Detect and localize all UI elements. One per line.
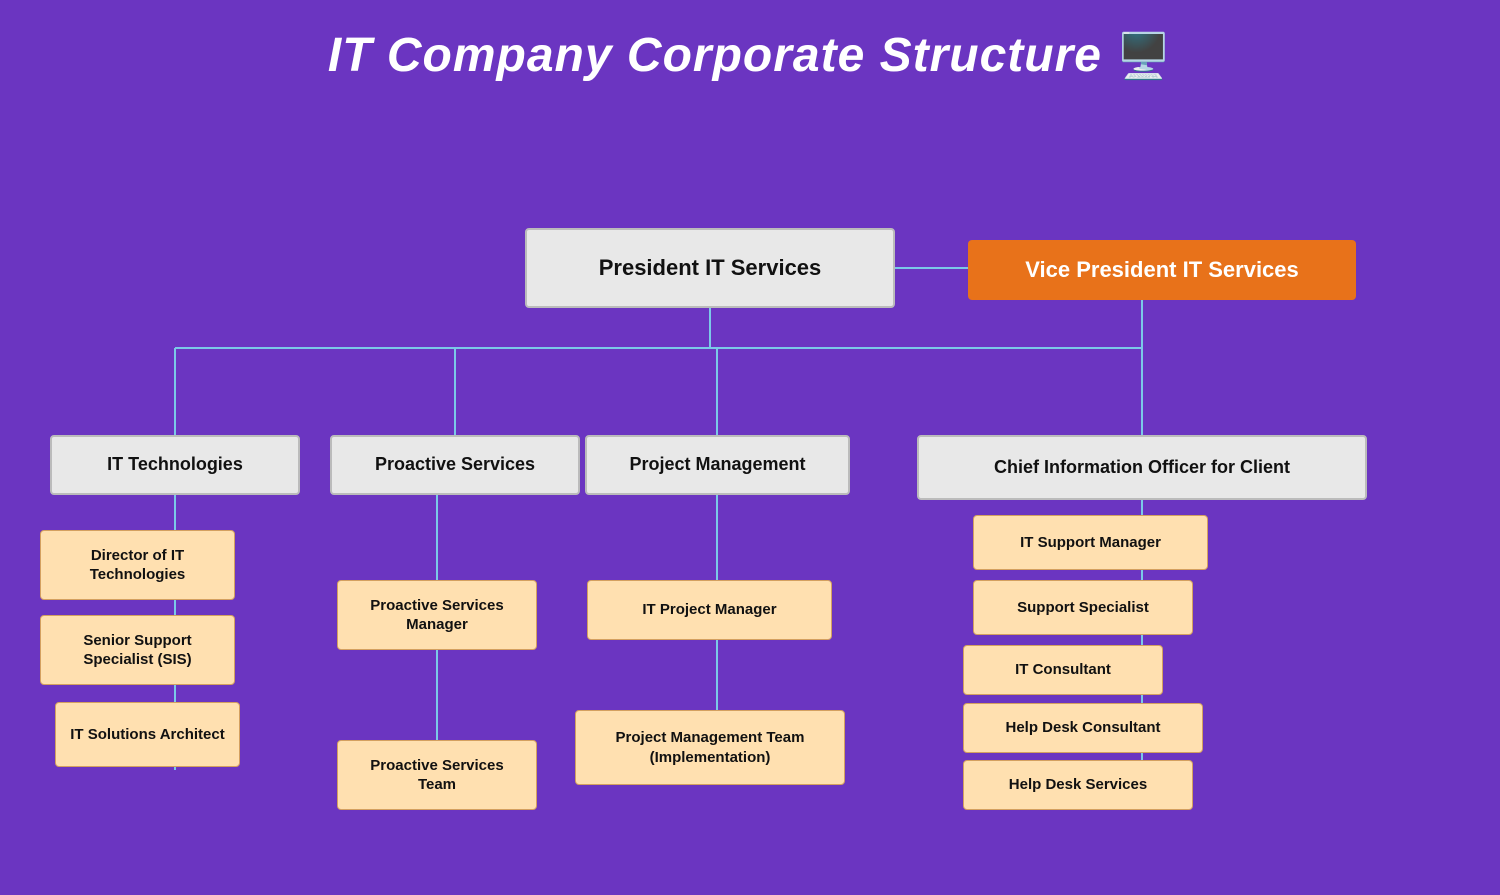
node-proj-team-label: Project Management Team (Implementation) [588, 728, 832, 767]
node-proj-team: Project Management Team (Implementation) [575, 710, 845, 785]
org-chart: President IT Services Vice President IT … [0, 140, 1500, 895]
node-proj-mgmt: Project Management [585, 435, 850, 495]
node-proj-mgmt-label: Project Management [629, 453, 805, 476]
node-proactive-mgr-label: Proactive Services Manager [350, 596, 524, 635]
node-it-sol: IT Solutions Architect [55, 702, 240, 767]
node-support-spec: Support Specialist [973, 580, 1193, 635]
node-it-sol-label: IT Solutions Architect [70, 725, 224, 745]
node-it-proj-mgr: IT Project Manager [587, 580, 832, 640]
node-it-consultant-label: IT Consultant [1015, 660, 1111, 680]
node-president-label: President IT Services [599, 254, 822, 283]
node-proactive: Proactive Services [330, 435, 580, 495]
node-vp-label: Vice President IT Services [1025, 256, 1299, 285]
node-cio-label: Chief Information Officer for Client [994, 456, 1290, 479]
node-president: President IT Services [525, 228, 895, 308]
gear-icon: 🖥️ [1116, 32, 1172, 81]
node-vp: Vice President IT Services [968, 240, 1356, 300]
node-proactive-team: Proactive Services Team [337, 740, 537, 810]
node-proactive-label: Proactive Services [375, 453, 535, 476]
node-support-spec-label: Support Specialist [1017, 598, 1149, 618]
node-help-desk-consultant-label: Help Desk Consultant [1005, 718, 1160, 738]
node-it-support-mgr: IT Support Manager [973, 515, 1208, 570]
node-proactive-mgr: Proactive Services Manager [337, 580, 537, 650]
node-it-proj-mgr-label: IT Project Manager [642, 600, 776, 620]
node-senior-ss: Senior Support Specialist (SIS) [40, 615, 235, 685]
node-dir-it: Director of IT Technologies [40, 530, 235, 600]
node-it-support-mgr-label: IT Support Manager [1020, 533, 1161, 553]
node-dir-it-label: Director of IT Technologies [53, 546, 222, 585]
title-text: IT Company Corporate Structure [328, 29, 1102, 82]
node-it-tech-label: IT Technologies [107, 453, 243, 476]
node-proactive-team-label: Proactive Services Team [350, 756, 524, 795]
node-help-desk-consultant: Help Desk Consultant [963, 703, 1203, 753]
page-title: IT Company Corporate Structure 🖥️ [0, 0, 1500, 83]
node-cio: Chief Information Officer for Client [917, 435, 1367, 500]
node-it-tech: IT Technologies [50, 435, 300, 495]
node-senior-ss-label: Senior Support Specialist (SIS) [53, 631, 222, 670]
node-it-consultant: IT Consultant [963, 645, 1163, 695]
node-help-desk-services: Help Desk Services [963, 760, 1193, 810]
node-help-desk-services-label: Help Desk Services [1009, 775, 1147, 795]
